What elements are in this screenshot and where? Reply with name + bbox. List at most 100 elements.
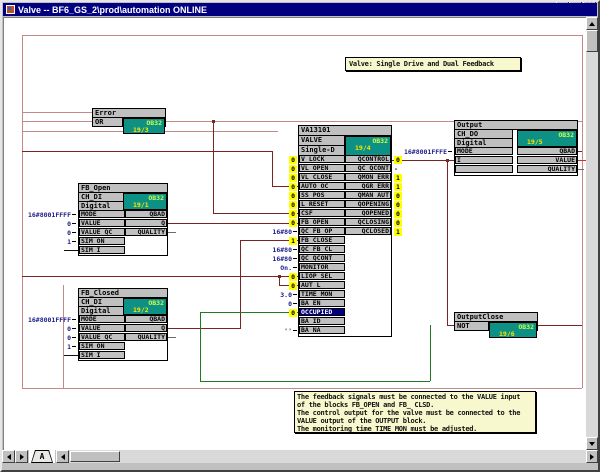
pin-mode[interactable]: MODE [79, 210, 125, 218]
pin-qman_aut[interactable]: QMAN_AUT [345, 191, 391, 199]
pin-fb_open[interactable]: FB_OPEN [299, 218, 345, 226]
pin-value-ba_na: '' [284, 327, 297, 335]
pin-qc_fb_op[interactable]: QC_FB_OP [299, 227, 345, 235]
scroll-right-button[interactable] [586, 450, 598, 463]
sheet-tab-a[interactable]: A [31, 450, 53, 463]
scroll-left-button[interactable] [56, 450, 69, 463]
pin-vl_open[interactable]: VL_OPEN [299, 164, 345, 172]
left-arrow-icon [7, 454, 11, 460]
wire [22, 121, 92, 122]
pin-time_mon[interactable]: TIME_MON [299, 290, 345, 298]
pin-qopening[interactable]: QOPENING [345, 200, 391, 208]
pin-blank[interactable] [455, 165, 513, 173]
pin-value-vl_open: 0 [289, 165, 297, 173]
block-type: VALVE [299, 136, 345, 146]
task-label: OB32 [518, 131, 576, 138]
pin-aut_l[interactable]: AUT_L [299, 281, 345, 289]
note-line: The monitoring time TIME MON must be adj… [297, 425, 533, 433]
scroll-up-button[interactable] [586, 17, 598, 30]
pin-value[interactable]: VALUE [517, 156, 577, 164]
pin-v_lock[interactable]: V_LOCK [299, 155, 345, 163]
pin-value_qc[interactable]: VALUE_QC [79, 333, 125, 341]
pin-csf[interactable]: CSF [299, 209, 345, 217]
output-pins: QBADQQUALITY [125, 210, 167, 237]
pin-ba_na[interactable]: BA_NA [299, 326, 345, 334]
pin-auto_oc[interactable]: AUTO_OC [299, 182, 345, 190]
pin-value-occupied: 0 [289, 309, 297, 317]
pin-value-qclosed: 1 [394, 228, 402, 236]
pin-value-qc_fb_cl: 16#80 [272, 246, 297, 254]
pin-quality[interactable]: QUALITY [517, 165, 577, 173]
pin-qbad[interactable]: QBAD [517, 147, 577, 155]
pin-quality[interactable]: QUALITY [125, 333, 167, 341]
pin-liop_sel[interactable]: LIOP_SEL [299, 272, 345, 280]
wire [200, 312, 201, 381]
pin-value-qgr_err: 1 [394, 183, 402, 191]
vertical-scrollbar[interactable] [586, 17, 598, 450]
pin-qmon_err[interactable]: QMON_ERR [345, 173, 391, 181]
pin-qclosing[interactable]: QCLOSING [345, 218, 391, 226]
wire [578, 169, 584, 170]
pin-value-value: 0 [67, 220, 76, 228]
pin-value-v_lock: 0 [289, 156, 297, 164]
pin-value-l_reset: 0 [289, 201, 297, 209]
block-output-close[interactable]: OutputClose NOT OB32 19/6 [454, 312, 538, 331]
scroll-down-button[interactable] [586, 437, 598, 450]
pin-qc_qcont[interactable]: QC_QCONT [299, 254, 345, 262]
note-line: of the blocks FB_OPEN and FB_ CLSD. [297, 401, 533, 409]
wire-junction [446, 159, 449, 162]
task-label: OB32 [124, 299, 166, 306]
sheet-prev-button[interactable] [2, 450, 15, 463]
horizontal-scrollbar[interactable] [69, 450, 586, 463]
pin-i[interactable]: I [455, 156, 513, 164]
pin-sim_i[interactable]: SIM_I [79, 351, 125, 359]
pin-ss_pos[interactable]: SS_POS [299, 191, 345, 199]
note-description[interactable]: The feedback signals must be connected t… [294, 391, 536, 433]
runtime-box: OB32 19/5 [517, 130, 577, 147]
sheet-tab-label: A [40, 452, 45, 461]
horizontal-scroll-thumb[interactable] [70, 451, 120, 462]
pin-vl_close[interactable]: VL_CLOSE [299, 173, 345, 181]
pin-value-csf: 0 [289, 210, 297, 218]
note-title[interactable]: Valve: Single Drive and Dual Feedback [345, 57, 521, 71]
pin-qclosed[interactable]: QCLOSED [345, 227, 391, 235]
pin-qc_fb_cl[interactable]: QC_FB_CL [299, 245, 345, 253]
window-title: Valve -- BF6_GS_2\prod\automation ONLINE [18, 5, 207, 15]
pin-value_qc[interactable]: VALUE_QC [79, 228, 125, 236]
pin-q[interactable]: Q [125, 219, 167, 227]
pin-value-fb_open: 0 [289, 219, 297, 227]
block-fb-closed[interactable]: FB_Closed CH_DI Digital OB32 19/2 MODEVA… [78, 288, 168, 361]
pin-sim_i[interactable]: SIM_I [79, 246, 125, 254]
wire [200, 381, 430, 382]
pin-occupied[interactable]: OCCUPIED [299, 308, 345, 316]
pin-sim_on[interactable]: SIM_ON [79, 342, 125, 350]
pin-ba_id[interactable]: BA_ID [299, 317, 345, 325]
runtime-box: OB32 19/2 [123, 298, 167, 315]
pin-qbad[interactable]: QBAD [125, 210, 167, 218]
sheet-next-button[interactable] [15, 450, 28, 463]
pin-q[interactable]: Q [125, 324, 167, 332]
pin-fb_close[interactable]: FB_CLOSE [299, 236, 345, 244]
pin-quality[interactable]: QUALITY [125, 228, 167, 236]
pin-ba_en[interactable]: BA_EN [299, 299, 345, 307]
note-line: The feedback signals must be connected t… [297, 393, 533, 401]
block-fb-open[interactable]: FB_Open CH_DI Digital OB32 19/1 MODEVALU… [78, 183, 168, 256]
input-pins: MODEVALUEVALUE_QCSIM_ONSIM_I [79, 315, 125, 360]
block-title: FB_Closed [79, 289, 167, 298]
pin-mode[interactable]: MODE [79, 315, 125, 323]
vertical-scroll-thumb[interactable] [586, 30, 598, 52]
block-type: OR [93, 118, 123, 127]
block-output[interactable]: Output CH_DO Digital OB32 19/5 MODEI QBA… [454, 120, 578, 176]
pin-sim_on[interactable]: SIM_ON [79, 237, 125, 245]
pin-value[interactable]: VALUE [79, 219, 125, 227]
pin-monitor[interactable]: MONITOR [299, 263, 345, 271]
pin-value[interactable]: VALUE [79, 324, 125, 332]
title-bar[interactable]: Valve -- BF6_GS_2\prod\automation ONLINE [3, 3, 597, 16]
pin-qopened[interactable]: QOPENED [345, 209, 391, 217]
pin-qgr_err[interactable]: QGR_ERR [345, 182, 391, 190]
wire [168, 232, 176, 233]
pin-qbad[interactable]: QBAD [125, 315, 167, 323]
pin-l_reset[interactable]: L_RESET [299, 200, 345, 208]
block-error[interactable]: Error OR OB32 19/3 [92, 108, 166, 127]
pin-mode[interactable]: MODE [455, 147, 513, 155]
